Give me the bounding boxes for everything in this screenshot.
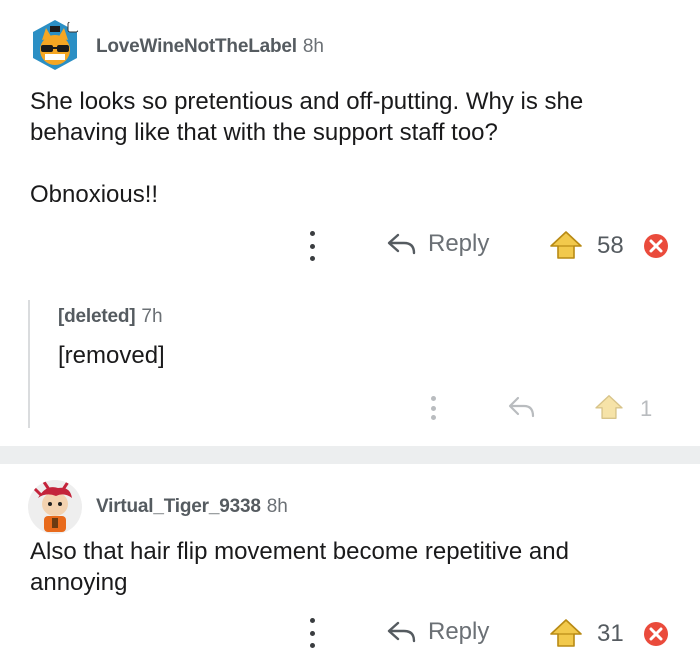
timestamp: 8h [266, 496, 288, 517]
comment-actions [300, 229, 324, 263]
reply-arrow-icon [387, 621, 416, 643]
timestamp: 8h [302, 36, 324, 57]
reply-label: Reply [428, 230, 490, 257]
comment-2: Virtual_Tiger_9338 8h Also that hair fli… [0, 464, 700, 671]
more-options-icon[interactable] [300, 618, 324, 648]
reply-header: [deleted] 7h [58, 306, 163, 328]
username[interactable]: Virtual_Tiger_9338 [96, 496, 261, 518]
comment-1: LoveWineNotTheLabel 8h She looks so pret… [0, 0, 700, 445]
reply-button[interactable]: Reply [386, 230, 489, 258]
downvote-icon[interactable] [642, 620, 670, 653]
cat-sunglasses-avatar-icon [33, 20, 79, 70]
user-avatar[interactable] [28, 480, 82, 534]
more-options-icon[interactable] [421, 396, 445, 420]
comment-header: LoveWineNotTheLabel 8h [96, 36, 324, 58]
vote-count: 58 [597, 232, 624, 259]
reply-arrow-icon [387, 233, 416, 255]
comment-body: Also that hair flip movement become repe… [30, 538, 576, 596]
reply-arrow-icon[interactable] [507, 396, 537, 423]
downvote-icon[interactable] [642, 232, 670, 265]
username: [deleted] [58, 306, 136, 327]
more-options-icon[interactable] [300, 231, 324, 261]
comment-header: Virtual_Tiger_9338 8h [96, 496, 288, 518]
reply-label: Reply [428, 618, 490, 645]
user-avatar[interactable] [28, 18, 82, 72]
reply-body: [removed] [58, 342, 165, 369]
timestamp: 7h [141, 306, 163, 327]
upvote-icon[interactable] [594, 394, 624, 425]
red-hair-character-avatar-icon [28, 480, 82, 534]
reply-button[interactable]: Reply [386, 618, 489, 646]
upvote-icon[interactable] [549, 230, 583, 265]
thread-line [28, 300, 30, 428]
comment-body: She looks so pretentious and off-putting… [30, 88, 584, 208]
upvote-icon[interactable] [549, 618, 583, 653]
vote-count: 1 [640, 396, 653, 421]
comment-divider [0, 446, 700, 464]
username[interactable]: LoveWineNotTheLabel [96, 36, 297, 58]
vote-count: 31 [597, 620, 624, 647]
